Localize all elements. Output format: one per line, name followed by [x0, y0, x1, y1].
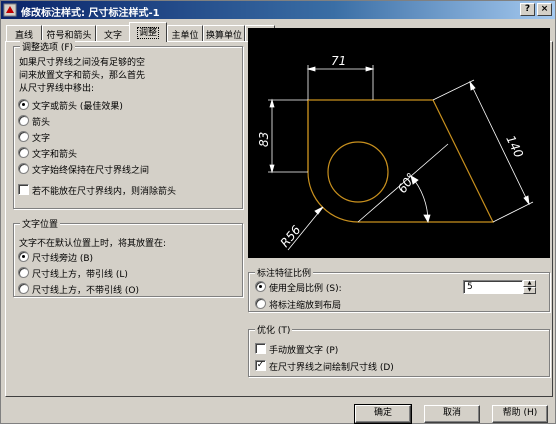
- radio-arrows[interactable]: [18, 115, 29, 126]
- checkbox-place-text-manually-label: 手动放置文字 (P): [269, 346, 339, 356]
- dim-top: [306, 65, 375, 100]
- spin-down-icon[interactable]: ▼: [523, 287, 536, 294]
- radio-scale-to-layout-label: 将标注缩放到布局: [269, 301, 342, 311]
- dim-left-label: 83: [257, 132, 271, 147]
- tab-primary-units[interactable]: 主单位: [167, 25, 203, 41]
- scale-title: 标注特征比例: [255, 266, 314, 279]
- radio-use-overall-scale-label: 使用全局比例 (S):: [269, 284, 342, 294]
- radio-arrows-label: 箭头: [32, 118, 51, 128]
- tab-symbols-arrows[interactable]: 符号和箭头: [42, 25, 96, 41]
- radio-over-without-leader-label: 尺寸线上方，不带引线 (O): [32, 286, 139, 296]
- fit-description-line: 间来放置文字和箭头，那么首先: [19, 71, 146, 81]
- radio-text-label: 文字: [32, 134, 51, 144]
- radio-over-without-leader[interactable]: [18, 283, 29, 294]
- help-icon[interactable]: ?: [520, 3, 535, 16]
- ok-button[interactable]: 确定: [354, 404, 412, 424]
- fit-description-line: 从尺寸界线中移出:: [19, 84, 95, 94]
- radio-text-and-arrows-label: 文字和箭头: [32, 150, 78, 160]
- dim-top-label: 71: [331, 54, 346, 68]
- checkbox-draw-dim-line[interactable]: ✓: [255, 360, 266, 371]
- radio-text-inside-ext-lines-label: 文字始终保持在尺寸界线之间: [32, 166, 150, 176]
- dim-right-label: 140: [503, 133, 526, 160]
- radio-text-or-arrows-label: 文字或箭头 (最佳效果): [32, 102, 123, 112]
- radio-text-inside-ext-lines[interactable]: [18, 163, 29, 174]
- dialog-window: 修改标注样式: 尺寸标注样式-1 ? × 直线 符号和箭头 文字 调整 主单位 …: [0, 0, 556, 424]
- fit-options-group: 调整选项 (F) 如果尺寸界线之间没有足够的空 间来放置文字和箭头，那么首先 从…: [13, 40, 243, 209]
- close-icon[interactable]: ×: [537, 3, 552, 16]
- radio-beside-dim-line[interactable]: [18, 251, 29, 262]
- tab-fit[interactable]: 调整: [129, 22, 167, 42]
- dim-angle-label: 60°: [395, 170, 419, 195]
- window-title: 修改标注样式: 尺寸标注样式-1: [21, 8, 160, 19]
- part-hole: [327, 141, 389, 203]
- dimension-preview: 71 83 140 60° R56: [248, 28, 550, 258]
- tab-alternate-units[interactable]: 换算单位: [203, 25, 245, 41]
- radio-over-with-leader-label: 尺寸线上方，带引线 (L): [32, 270, 128, 280]
- tab-text[interactable]: 文字: [96, 25, 130, 41]
- overall-scale-input[interactable]: 5: [463, 280, 523, 294]
- radio-text[interactable]: [18, 131, 29, 142]
- cancel-button[interactable]: 取消: [424, 405, 480, 423]
- radio-beside-dim-line-label: 尺寸线旁边 (B): [32, 254, 94, 264]
- text-placement-title: 文字位置: [20, 217, 61, 230]
- preview-drawing: 71 83 140 60° R56: [257, 54, 534, 251]
- fine-tuning-title: 优化 (T): [255, 323, 293, 336]
- checkbox-draw-dim-line-label: 在尺寸界线之间绘制尺寸线 (D): [269, 363, 394, 373]
- dim-radius-label: R56: [278, 223, 304, 250]
- fine-tuning-group: 优化 (T) 手动放置文字 (P) ✓ 在尺寸界线之间绘制尺寸线 (D): [248, 323, 550, 377]
- spin-up-icon[interactable]: ▲: [523, 280, 536, 287]
- help-button[interactable]: 帮助 (H): [492, 405, 548, 423]
- checkbox-place-text-manually[interactable]: [255, 343, 266, 354]
- radio-over-with-leader[interactable]: [18, 267, 29, 278]
- checkbox-suppress-arrows[interactable]: [18, 184, 29, 195]
- checkbox-suppress-arrows-label: 若不能放在尺寸界线内，则消除箭头: [32, 187, 177, 197]
- text-placement-description: 文字不在默认位置上时，将其放置在:: [19, 239, 167, 249]
- part-outline: [307, 99, 494, 223]
- title-bar[interactable]: 修改标注样式: 尺寸标注样式-1 ? ×: [1, 1, 555, 19]
- text-placement-group: 文字位置 文字不在默认位置上时，将其放置在: 尺寸线旁边 (B) 尺寸线上方，带…: [13, 217, 243, 297]
- tab-lines[interactable]: 直线: [6, 25, 42, 41]
- radio-text-or-arrows[interactable]: [18, 99, 29, 110]
- dim-left: [268, 98, 308, 174]
- fit-description-line: 如果尺寸界线之间没有足够的空: [19, 58, 146, 68]
- radio-scale-to-layout[interactable]: [255, 298, 266, 309]
- fit-options-title: 调整选项 (F): [20, 40, 76, 53]
- radio-use-overall-scale[interactable]: [255, 281, 266, 292]
- app-icon: [3, 3, 17, 17]
- radio-text-and-arrows[interactable]: [18, 147, 29, 158]
